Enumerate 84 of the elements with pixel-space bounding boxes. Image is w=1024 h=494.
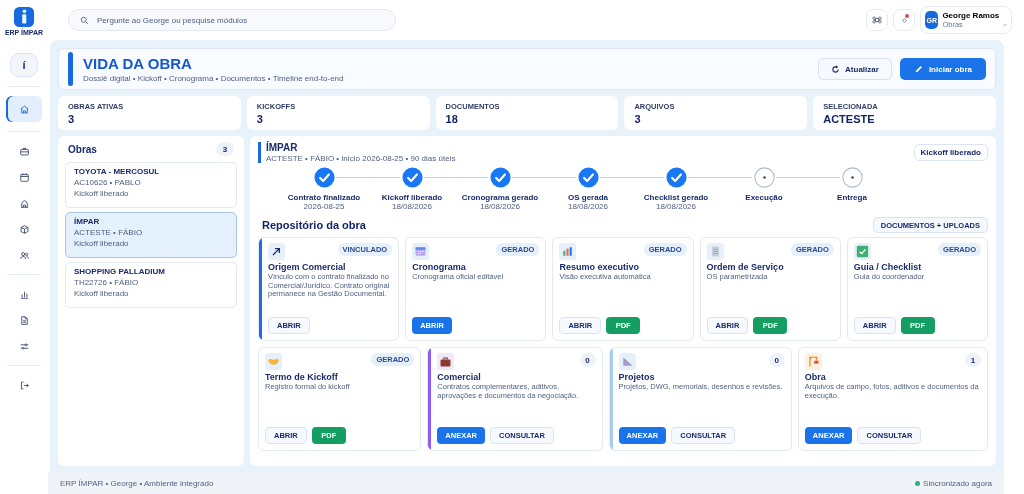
doc-icon [18, 314, 30, 326]
box-icon [18, 223, 30, 235]
step-date: 2026-08-25 [303, 202, 345, 211]
briefcase-icon [437, 353, 455, 370]
panel-title: Obras [68, 143, 97, 155]
app-button[interactable]: í [10, 53, 38, 77]
stat-value: 3 [68, 112, 76, 125]
obra-name: ÍMPAR [74, 217, 101, 226]
page-title: VIDA DA OBRA [83, 55, 193, 71]
checkbox-icon [853, 243, 871, 260]
command-button[interactable] [866, 9, 888, 31]
card-title: Origem Comercial [268, 262, 347, 272]
logout-icon [18, 379, 30, 391]
footer-text: ERP ÍMPAR • George • Ambiente integrado [60, 478, 214, 488]
step-label: Execução [745, 193, 783, 202]
search-icon [80, 15, 89, 25]
diamond-icon [901, 17, 907, 23]
step-date: 18/08/2026 [391, 202, 432, 211]
crane-icon [804, 353, 822, 370]
search-field[interactable]: Pergunte ao George ou pesquise módulos [68, 9, 396, 31]
building-icon [18, 197, 30, 209]
obra-name: SHOPPING PALLADIUM [74, 267, 166, 276]
obra-meta: TH22726 • FÁBIO [74, 278, 140, 287]
obra-meta: AC10626 • PABLO [74, 178, 142, 187]
document-icon [706, 243, 724, 260]
card-title: Obra [804, 372, 827, 382]
home-icon [18, 103, 30, 115]
step-label: Entrega [837, 193, 867, 202]
obra-name: TOYOTA - MERCOSUL [74, 167, 161, 176]
users-icon [18, 249, 30, 261]
refresh-icon [831, 64, 841, 74]
obra-status: Kickoff liberado [74, 289, 130, 298]
obra-status: Kickoff liberado [74, 239, 130, 248]
step-label: Contrato finalizado [287, 193, 361, 202]
card-title: Ordem de Serviço [706, 262, 785, 272]
obra-meta: ACTESTE • FÁBIO • início 2026-08-25 • 90 dias úteis [266, 154, 456, 163]
bar-chart-icon [559, 243, 577, 260]
count-badge: 3 [216, 142, 234, 156]
briefcase-icon [18, 145, 30, 157]
handshake-icon [265, 353, 282, 370]
count-badge: 1 [965, 353, 981, 367]
count-badge: 0 [768, 353, 785, 367]
step-date: 18/08/2026 [567, 202, 608, 211]
stat-value: 3 [256, 112, 264, 125]
user-name: George Ramos [942, 11, 1000, 20]
stat-value: ACTESTE [823, 112, 876, 125]
logo-icon [13, 6, 35, 28]
obra-item[interactable]: ÍMPAR ACTESTE • FÁBIO Kickoff liberado [65, 212, 237, 258]
notification-button[interactable] [893, 9, 915, 31]
step-date: 18/08/2026 [479, 202, 520, 211]
status-dot [915, 480, 921, 486]
stat-value: 3 [634, 112, 642, 125]
step-label: Checklist gerado [643, 193, 709, 202]
card-title: Projetos [618, 372, 656, 382]
card-title: Comercial [437, 372, 482, 382]
step-date: 18/08/2026 [655, 202, 696, 211]
home-nav-item[interactable] [6, 96, 42, 122]
command-icon [872, 15, 882, 25]
count-badge: 0 [579, 353, 596, 367]
refresh-button[interactable]: Atualizar [818, 58, 892, 80]
set-square-icon [618, 353, 636, 370]
status-badge: Kickoff liberado [913, 144, 988, 161]
page-subtitle: Dossiê digital • Kickoff • Cronograma • Documentos • Timeline end-to-end [83, 73, 345, 83]
card-title: Cronograma [412, 262, 467, 272]
chevron-icon [1003, 23, 1007, 27]
card-title: Resumo executivo [559, 262, 640, 272]
card-title: Termo de Kickoff [265, 372, 339, 382]
obra-item[interactable]: SHOPPING PALLADIUM TH22726 • FÁBIO Kickoff liberado [65, 262, 237, 308]
start-button[interactable]: Iniciar obra [899, 58, 986, 80]
sync-status: Sincronizado agora [923, 478, 992, 488]
step-label: Kickoff liberado [381, 193, 443, 202]
section-title: Repositório da obra [262, 219, 366, 231]
calendar-icon [18, 171, 30, 183]
obra-item[interactable]: TOYOTA - MERCOSUL AC10626 • PABLO Kickoff liberado [65, 162, 237, 208]
step-label: Cronograma gerado [461, 193, 539, 202]
obra-status: Kickoff liberado [74, 189, 130, 198]
sliders-icon [18, 340, 30, 352]
obra-title: ÍMPAR [266, 142, 299, 153]
card-title: Guia / Checklist [853, 262, 923, 272]
pencil-icon [913, 64, 924, 74]
stat-value: 18 [445, 112, 459, 125]
obra-meta: ACTESTE • FÁBIO [74, 228, 144, 237]
calendar-icon [412, 243, 430, 260]
step-label: OS gerada [568, 193, 608, 202]
